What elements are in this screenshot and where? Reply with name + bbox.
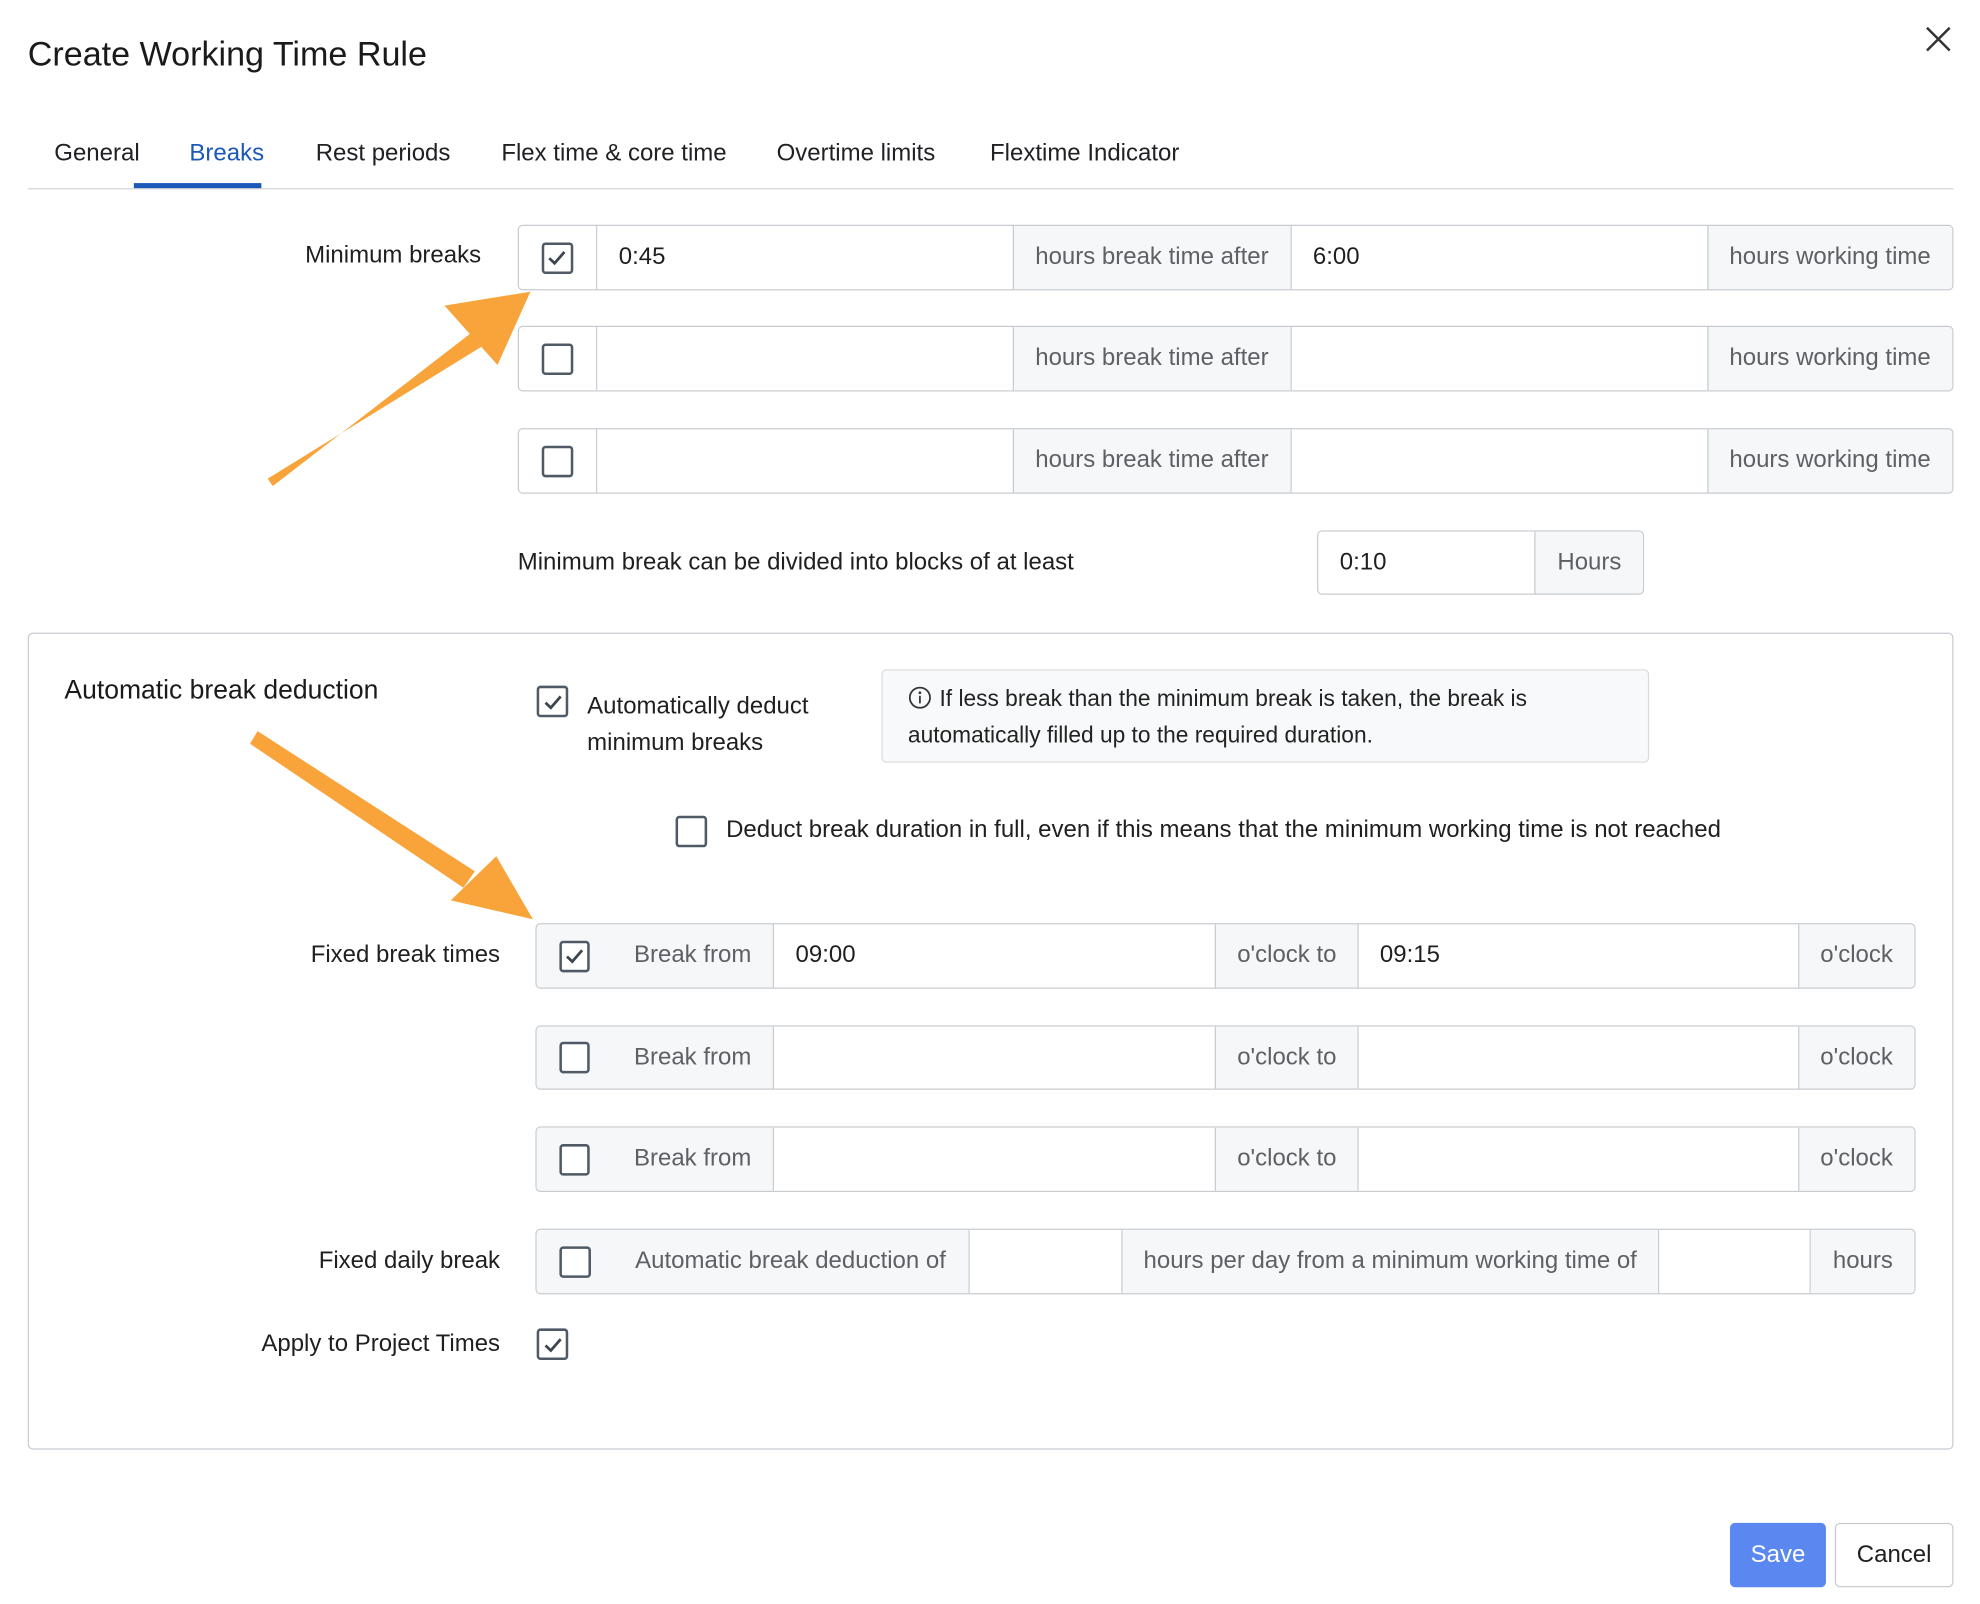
arrow-annotation [267, 291, 531, 487]
arrow-annotations [250, 291, 533, 920]
arrow-annotation [250, 731, 533, 920]
